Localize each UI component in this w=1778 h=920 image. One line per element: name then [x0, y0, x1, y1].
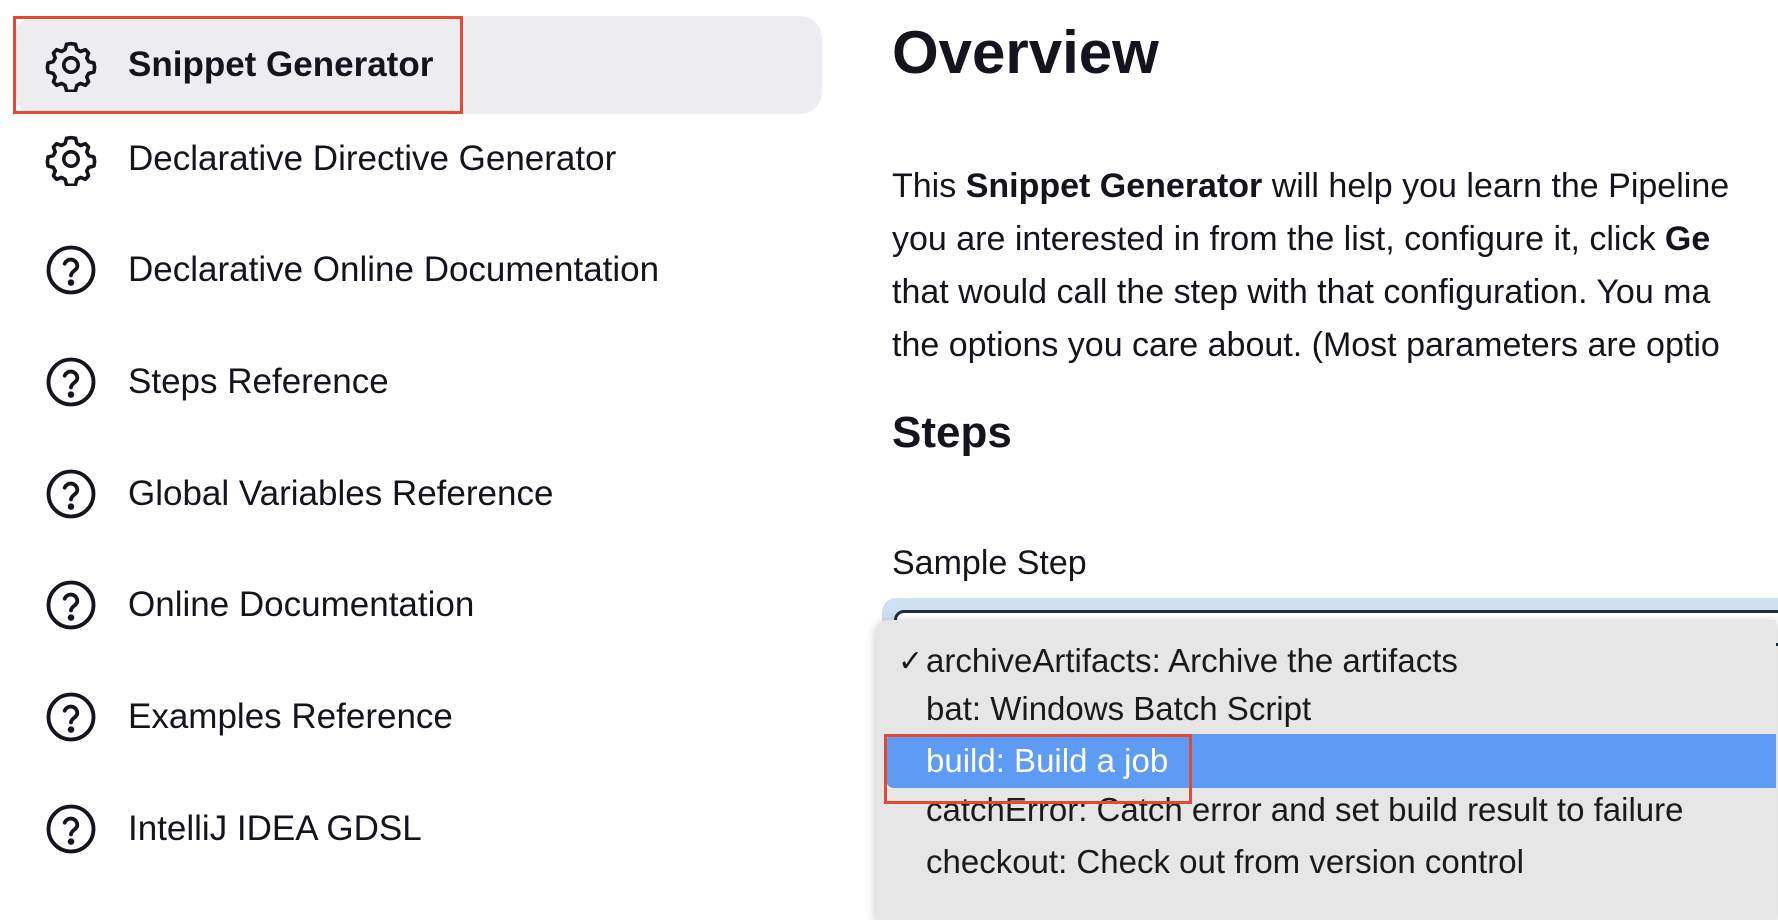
dropdown-option-bat[interactable]: bat: Windows Batch Script	[886, 682, 1776, 736]
sidebar-item-online-documentation[interactable]: Online Documentation	[14, 556, 822, 654]
help-circle-icon	[44, 690, 98, 744]
help-circle-icon	[44, 578, 98, 632]
dropdown-option-build[interactable]: build: Build a job	[886, 734, 1776, 788]
help-circle-icon	[44, 243, 98, 297]
overview-line: This Snippet Generator will help you lea…	[892, 167, 1730, 205]
dropdown-option-catch-error[interactable]: catchError: Catch error and set build re…	[886, 783, 1776, 837]
option-label: archiveArtifacts: Archive the artifacts	[926, 642, 1458, 679]
sidebar-item-examples-reference[interactable]: Examples Reference	[14, 668, 822, 766]
steps-heading: Steps	[892, 408, 1012, 457]
option-label: build: Build a job	[926, 742, 1169, 779]
sidebar-item-label: Snippet Generator	[128, 45, 434, 84]
help-circle-icon	[44, 802, 98, 856]
sidebar-item-label: Examples Reference	[128, 697, 453, 736]
overview-paragraph: This Snippet Generator will help you lea…	[892, 160, 1778, 372]
sidebar-item-intellij-idea-gdsl[interactable]: IntelliJ IDEA GDSL	[14, 780, 822, 878]
sample-step-dropdown: ✓ archiveArtifacts: Archive the artifact…	[876, 620, 1776, 920]
sidebar-item-label: Declarative Directive Generator	[128, 139, 617, 178]
sample-step-label: Sample Step	[892, 544, 1087, 582]
option-label: checkout: Check out from version control	[926, 843, 1524, 880]
page-title: Overview	[892, 19, 1159, 86]
sidebar-item-declarative-online-documentation[interactable]: Declarative Online Documentation	[14, 221, 822, 319]
sidebar: Snippet Generator Declarative Directive …	[0, 0, 830, 906]
sidebar-item-steps-reference[interactable]: Steps Reference	[14, 333, 822, 431]
option-label: bat: Windows Batch Script	[926, 690, 1312, 727]
sidebar-item-label: Steps Reference	[128, 362, 389, 401]
sidebar-item-label: Declarative Online Documentation	[128, 250, 660, 289]
option-label: catchError: Catch error and set build re…	[926, 791, 1684, 828]
main-content: Overview This Snippet Generator will hel…	[876, 0, 1778, 920]
dropdown-option-checkout[interactable]: checkout: Check out from version control	[886, 835, 1776, 889]
sidebar-item-label: Global Variables Reference	[128, 474, 554, 513]
sidebar-item-label: IntelliJ IDEA GDSL	[128, 809, 422, 848]
sidebar-item-snippet-generator[interactable]: Snippet Generator	[14, 16, 822, 114]
gear-icon	[44, 132, 98, 186]
overview-line: the options you care about. (Most parame…	[892, 326, 1720, 364]
checkmark-icon: ✓	[898, 644, 924, 678]
sidebar-item-label: Online Documentation	[128, 585, 475, 624]
help-circle-icon	[44, 467, 98, 521]
overview-line: you are interested in from the list, con…	[892, 220, 1711, 258]
dropdown-option-archive-artifacts[interactable]: ✓ archiveArtifacts: Archive the artifact…	[886, 634, 1776, 688]
help-circle-icon	[44, 355, 98, 409]
sidebar-item-declarative-directive-generator[interactable]: Declarative Directive Generator	[14, 110, 822, 208]
gear-icon	[44, 38, 98, 92]
overview-line: that would call the step with that confi…	[892, 273, 1711, 311]
sidebar-item-global-variables-reference[interactable]: Global Variables Reference	[14, 445, 822, 543]
